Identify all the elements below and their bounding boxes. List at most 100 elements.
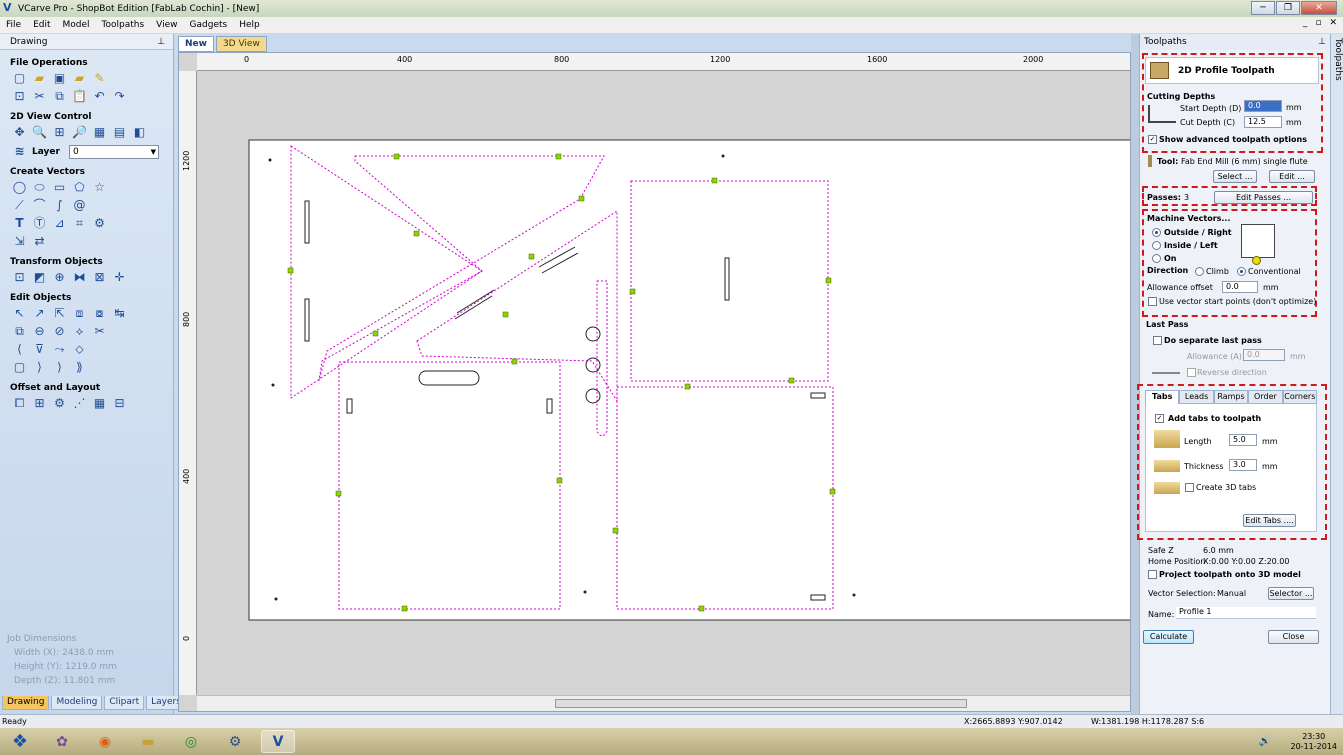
nesting-icon[interactable]: ▦ bbox=[92, 396, 107, 411]
fillet-icon[interactable]: ⟨ bbox=[12, 342, 27, 357]
edit-passes-button[interactable]: Edit Passes ... bbox=[1214, 191, 1313, 204]
array-copy-icon[interactable]: ⊞ bbox=[32, 396, 47, 411]
zoom-box-icon[interactable]: 🔍 bbox=[32, 125, 47, 140]
separate-last-pass-checkbox[interactable] bbox=[1153, 336, 1162, 345]
node-edit-icon[interactable]: ⇲ bbox=[12, 234, 27, 249]
autolayout-text-icon[interactable]: ⌗ bbox=[72, 216, 87, 231]
firefox-icon[interactable]: ◉ bbox=[88, 730, 122, 753]
tab-length-input[interactable]: 5.0 bbox=[1229, 434, 1257, 446]
menu-toolpaths[interactable]: Toolpaths bbox=[102, 20, 145, 30]
conventional-radio[interactable] bbox=[1237, 267, 1246, 276]
smart-snap-icon[interactable]: ⇄ bbox=[32, 234, 47, 249]
tab-clipart[interactable]: Clipart bbox=[104, 696, 145, 710]
menu-file[interactable]: File bbox=[6, 20, 21, 30]
mdi-close-button[interactable]: ✕ bbox=[1329, 18, 1337, 28]
nudge-icon[interactable]: ⬦ bbox=[72, 342, 87, 357]
intersect-icon[interactable]: ⊘ bbox=[52, 324, 67, 339]
start-depth-input[interactable]: 0.0 bbox=[1244, 100, 1282, 112]
create-3d-tabs-checkbox[interactable] bbox=[1185, 483, 1194, 492]
offset-vector-icon[interactable]: ▢ bbox=[12, 360, 27, 375]
tab-2d-view[interactable]: New bbox=[178, 36, 214, 52]
vcarve-taskbar-icon[interactable]: V bbox=[261, 730, 295, 753]
scale-icon[interactable]: ⊠ bbox=[92, 270, 107, 285]
tab-leads[interactable]: Leads bbox=[1179, 390, 1214, 404]
edit-tabs-button[interactable]: Edit Tabs .... bbox=[1243, 514, 1296, 527]
menu-help[interactable]: Help bbox=[239, 20, 260, 30]
pin-icon[interactable]: ⊥ bbox=[157, 34, 165, 50]
show-advanced-checkbox[interactable]: ✓ bbox=[1148, 135, 1157, 144]
mdi-minimize-button[interactable]: _ bbox=[1303, 18, 1308, 28]
on-radio[interactable] bbox=[1152, 254, 1161, 263]
menu-gadgets[interactable]: Gadgets bbox=[190, 20, 228, 30]
zoom-out-icon[interactable]: 🔎 bbox=[72, 125, 87, 140]
menu-view[interactable]: View bbox=[156, 20, 177, 30]
system-clock[interactable]: 23:30 20-11-2014 bbox=[1291, 732, 1338, 752]
horizontal-scrollbar[interactable] bbox=[197, 695, 1130, 711]
save-file-icon[interactable]: ▣ bbox=[52, 71, 67, 86]
copy-icon[interactable]: ⧉ bbox=[52, 89, 67, 104]
file-explorer-icon[interactable]: ▬ bbox=[131, 730, 165, 753]
scrollbar-thumb[interactable] bbox=[555, 699, 967, 708]
app-icon-1[interactable]: ✿ bbox=[45, 730, 79, 753]
draw-ellipse-icon[interactable]: ⬭ bbox=[32, 180, 47, 195]
scissors-icon[interactable]: ✂ bbox=[92, 324, 107, 339]
tool-edit-button[interactable]: Edit ... bbox=[1269, 170, 1315, 183]
smooth-icon[interactable]: ⟫ bbox=[72, 360, 87, 375]
view-grid-icon[interactable]: ▦ bbox=[92, 125, 107, 140]
cut-depth-input[interactable]: 12.5 bbox=[1244, 116, 1282, 128]
pin-icon[interactable]: ⊥ bbox=[1318, 34, 1326, 50]
selector-button[interactable]: Selector ... bbox=[1268, 587, 1314, 600]
maximize-button[interactable]: ❐ bbox=[1276, 1, 1300, 15]
text-on-curve-icon[interactable]: Ⓣ bbox=[32, 216, 47, 231]
draw-circle-icon[interactable]: ◯ bbox=[12, 180, 27, 195]
join-icon[interactable]: ⟡ bbox=[72, 324, 87, 339]
tab-corners[interactable]: Corners bbox=[1282, 390, 1318, 404]
tab-drawing[interactable]: Drawing bbox=[2, 696, 50, 710]
align-icon[interactable]: ⊕ bbox=[52, 270, 67, 285]
climb-radio[interactable] bbox=[1195, 267, 1204, 276]
tool-select-button[interactable]: Select ... bbox=[1213, 170, 1257, 183]
draw-star-icon[interactable]: ☆ bbox=[92, 180, 107, 195]
close-panel-button[interactable]: Close bbox=[1268, 630, 1319, 644]
ungroup-icon[interactable]: ⧇ bbox=[92, 306, 107, 321]
tab-order[interactable]: Order bbox=[1248, 390, 1283, 404]
tab-thickness-input[interactable]: 3.0 bbox=[1229, 459, 1257, 471]
windows-start-icon[interactable]: ❖ bbox=[3, 730, 37, 753]
new-file-icon[interactable]: ▢ bbox=[12, 71, 27, 86]
zoom-all-icon[interactable]: ⊞ bbox=[52, 125, 67, 140]
menu-edit[interactable]: Edit bbox=[33, 20, 50, 30]
open-file-icon[interactable]: ▰ bbox=[32, 71, 47, 86]
dimension-icon[interactable]: ⊿ bbox=[52, 216, 67, 231]
redo-icon[interactable]: ↷ bbox=[112, 89, 127, 104]
close-vector-icon[interactable]: ⟩ bbox=[32, 360, 47, 375]
menu-model[interactable]: Model bbox=[63, 20, 90, 30]
cut-icon[interactable]: ✂ bbox=[32, 89, 47, 104]
undo-icon[interactable]: ↶ bbox=[92, 89, 107, 104]
import-vectors-icon[interactable]: ▰ bbox=[72, 71, 87, 86]
tab-3d-view[interactable]: 3D View bbox=[215, 36, 267, 52]
drawing-canvas-area[interactable]: 0 400 800 1200 1600 2000 1200 800 400 0 bbox=[178, 52, 1131, 712]
mdi-restore-button[interactable]: ▫ bbox=[1315, 18, 1321, 28]
vector-start-checkbox[interactable] bbox=[1148, 297, 1157, 306]
offset-icon[interactable]: ⧠ bbox=[12, 396, 27, 411]
draw-rectangle-icon[interactable]: ▭ bbox=[52, 180, 67, 195]
toolpath-name-input[interactable]: Profile 1 bbox=[1176, 607, 1316, 619]
add-tabs-checkbox[interactable]: ✓ bbox=[1155, 414, 1164, 423]
draw-polyline-icon[interactable]: ⟋ bbox=[12, 198, 27, 213]
copy-along-vectors-icon[interactable]: ⋰ bbox=[72, 396, 87, 411]
import-bitmap-icon[interactable]: ✎ bbox=[92, 71, 107, 86]
measure-icon[interactable]: ↹ bbox=[112, 306, 127, 321]
select-icon[interactable]: ↖ bbox=[12, 306, 27, 321]
reverse-direction-checkbox[interactable] bbox=[1187, 368, 1196, 377]
calculate-button[interactable]: Calculate bbox=[1143, 630, 1194, 644]
toolpaths-side-tab[interactable]: Toolpaths bbox=[1330, 34, 1343, 714]
move-icon[interactable]: ⊡ bbox=[12, 270, 27, 285]
circular-array-icon[interactable]: ⚙ bbox=[52, 396, 67, 411]
panel-splitter[interactable] bbox=[1131, 34, 1139, 714]
chrome-icon[interactable]: ◎ bbox=[174, 730, 208, 753]
mirror-icon[interactable]: ⧓ bbox=[72, 270, 87, 285]
auto-layout-icon[interactable]: ⊟ bbox=[112, 396, 127, 411]
project-3d-checkbox[interactable] bbox=[1148, 570, 1157, 579]
allowance-input[interactable]: 0.0 bbox=[1222, 281, 1258, 293]
view-panels-icon[interactable]: ◧ bbox=[132, 125, 147, 140]
